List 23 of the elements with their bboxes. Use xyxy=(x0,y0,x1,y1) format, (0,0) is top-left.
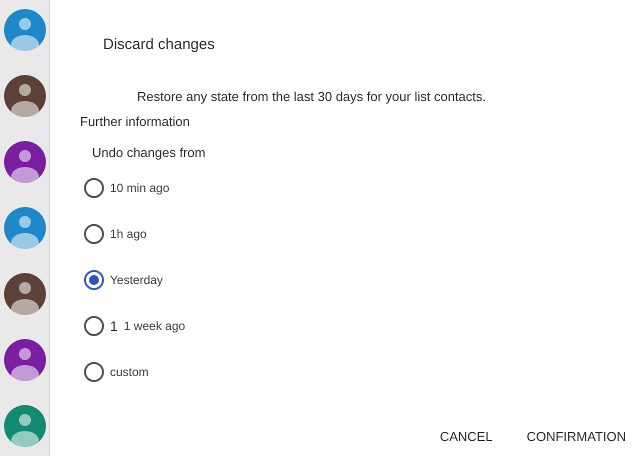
option-label[interactable]: Yesterday xyxy=(110,271,163,289)
avatar-icon[interactable] xyxy=(4,75,46,117)
avatar-icon[interactable] xyxy=(4,339,46,381)
avatar-icon[interactable] xyxy=(4,207,46,249)
radio-button[interactable] xyxy=(84,224,104,244)
radio-button[interactable] xyxy=(84,362,104,382)
option-number: 1 xyxy=(110,316,118,336)
radio-button[interactable] xyxy=(84,178,104,198)
confirm-button[interactable]: CONFIRMATION xyxy=(524,427,628,446)
radio-button[interactable] xyxy=(84,316,104,336)
avatar-icon[interactable] xyxy=(4,9,46,51)
option-label[interactable]: 10 min ago xyxy=(110,179,170,197)
avatar-icon[interactable] xyxy=(4,405,46,447)
option-label[interactable]: 1h ago xyxy=(110,225,147,243)
option-label[interactable]: 1 week ago xyxy=(124,317,186,335)
radio-button[interactable] xyxy=(84,270,104,290)
option-label[interactable]: custom xyxy=(110,363,149,381)
group-label: Undo changes from xyxy=(92,144,206,162)
cancel-button[interactable]: CANCEL xyxy=(438,427,495,446)
dialog-description: Restore any state from the last 30 days for your list contacts. Further information xyxy=(80,88,487,131)
avatar-icon[interactable] xyxy=(4,273,46,315)
dialog-title: Discard changes xyxy=(103,35,215,55)
avatar-icon[interactable] xyxy=(4,141,46,183)
